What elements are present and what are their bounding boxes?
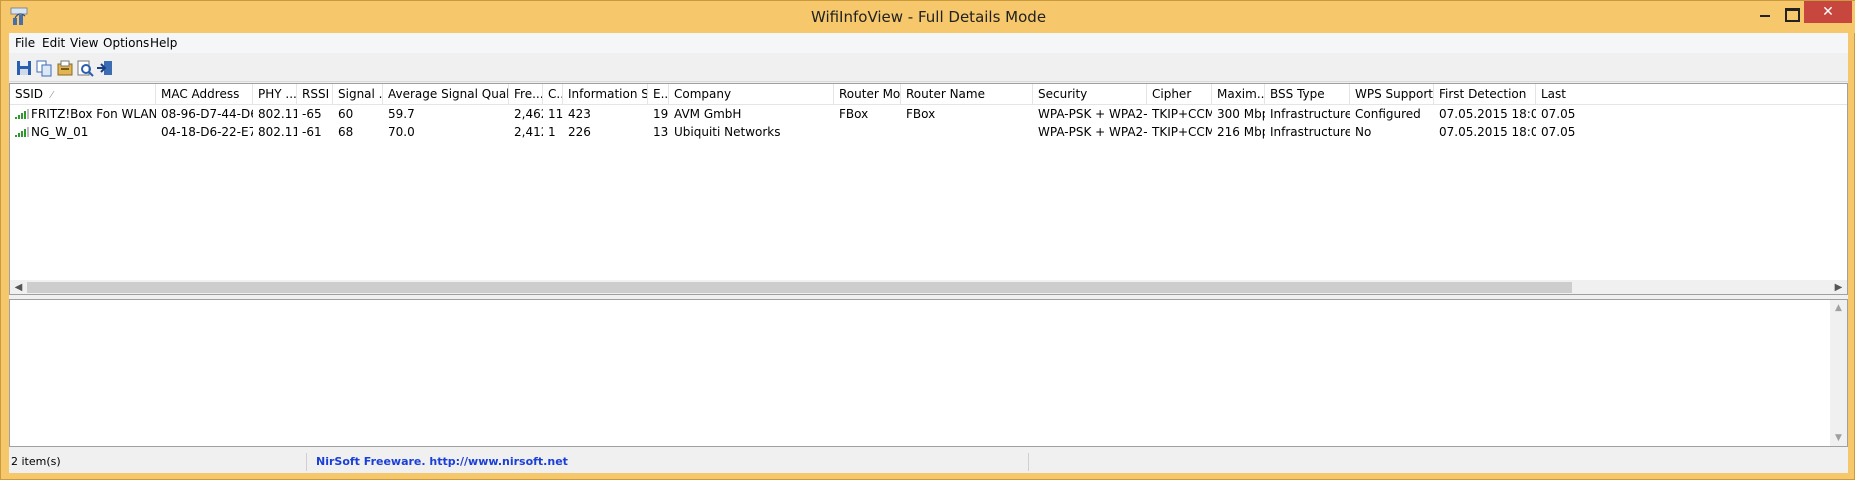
- save-icon[interactable]: [14, 58, 36, 78]
- title-bar[interactable]: WifiInfoView - Full Details Mode ✕: [1, 1, 1855, 33]
- column-header-phy[interactable]: PHY ...: [253, 84, 297, 105]
- horizontal-scrollbar[interactable]: ◀ ▶: [10, 280, 1847, 294]
- column-header-cipher[interactable]: Cipher: [1147, 84, 1212, 105]
- cell-last-detection: 07.05: [1541, 125, 1576, 139]
- cell-frequency: 2,412: [514, 125, 543, 139]
- cell-cipher: TKIP+CCMP: [1152, 107, 1212, 121]
- cell-max-speed: 300 Mbps: [1217, 107, 1265, 121]
- cell-phy: 802.11n: [258, 125, 297, 139]
- cell-info-size: 226: [568, 125, 591, 139]
- status-bar: 2 item(s) NirSoft Freeware. http://www.n…: [9, 451, 1848, 473]
- cell-security: WPA-PSK + WPA2-PSK: [1038, 125, 1147, 139]
- column-header-max-speed[interactable]: Maxim...: [1212, 84, 1265, 105]
- cell-wps: No: [1355, 125, 1372, 139]
- scrollbar-thumb[interactable]: [27, 282, 1572, 293]
- details-pane[interactable]: ▲ ▼: [9, 299, 1848, 447]
- table-row[interactable]: FRITZ!Box Fon WLAN 7390 08-96-D7-44-D6-5…: [10, 105, 1847, 123]
- cell-max-speed: 216 Mbps: [1217, 125, 1265, 139]
- column-header-company[interactable]: Company: [669, 84, 834, 105]
- exit-icon[interactable]: [95, 58, 117, 78]
- sort-indicator-icon: ⁄: [51, 90, 53, 101]
- cell-avg-signal: 59.7: [388, 107, 415, 121]
- scroll-up-icon[interactable]: ▲: [1830, 300, 1847, 316]
- close-button[interactable]: ✕: [1804, 1, 1852, 23]
- cell-signal: 68: [338, 125, 354, 139]
- cell-mac: 04-18-D6-22-E7-6D: [161, 125, 253, 139]
- client-area: File Edit View Options Help SSID ⁄ MAC A…: [9, 33, 1848, 473]
- cell-avg-signal: 70.0: [388, 125, 415, 139]
- cell-company: Ubiquiti Networks: [674, 125, 781, 139]
- vertical-scrollbar[interactable]: ▲ ▼: [1830, 300, 1847, 446]
- cell-signal: 60: [338, 107, 354, 121]
- column-header-ssid[interactable]: SSID ⁄: [10, 84, 156, 105]
- window-title: WifiInfoView - Full Details Mode: [810, 8, 1047, 26]
- nirsoft-link[interactable]: NirSoft Freeware. http://www.nirsoft.net: [309, 453, 1029, 471]
- column-header-info-size[interactable]: Information Size: [563, 84, 648, 105]
- column-header-signal[interactable]: Signal ...: [333, 84, 383, 105]
- cell-frequency: 2,462: [514, 107, 543, 121]
- column-header-mac[interactable]: MAC Address: [156, 84, 253, 105]
- scroll-right-icon[interactable]: ▶: [1830, 280, 1847, 294]
- column-header-wps[interactable]: WPS Support: [1350, 84, 1434, 105]
- copy-icon[interactable]: [34, 58, 56, 78]
- cell-wps: Configured: [1355, 107, 1421, 121]
- cell-last-detection: 07.05: [1541, 107, 1576, 121]
- properties-icon[interactable]: [55, 58, 77, 78]
- column-header-security[interactable]: Security: [1033, 84, 1147, 105]
- menu-bar: File Edit View Options Help: [9, 33, 1848, 53]
- cell-rssi: -65: [302, 107, 322, 121]
- column-header-rssi[interactable]: RSSI: [297, 84, 333, 105]
- cell-router-model: [834, 123, 901, 141]
- cell-elements: 13: [653, 125, 669, 139]
- table-row[interactable]: NG_W_01 04-18-D6-22-E7-6D 802.11n -61 68…: [10, 123, 1847, 141]
- column-header-first-detection[interactable]: First Detection: [1434, 84, 1536, 105]
- status-item-count: 2 item(s): [9, 453, 307, 471]
- column-header-router-name[interactable]: Router Name: [901, 84, 1033, 105]
- networks-list[interactable]: SSID⁄ MAC Address PHY ... RSSI Signal ..…: [9, 83, 1848, 295]
- column-header-avg-signal[interactable]: Average Signal Quality: [383, 84, 509, 105]
- cell-ssid: FRITZ!Box Fon WLAN 7390: [31, 107, 156, 121]
- toolbar: [9, 54, 1848, 82]
- status-pane-empty: [1031, 453, 1848, 471]
- column-header-frequency[interactable]: Fre...: [509, 84, 543, 105]
- cell-info-size: 423: [568, 107, 591, 121]
- cell-first-detection: 07.05.2015 18:01:15: [1439, 107, 1536, 121]
- column-header-channel[interactable]: C..: [543, 84, 563, 105]
- column-header-bss-type[interactable]: BSS Type: [1265, 84, 1350, 105]
- app-window: WifiInfoView - Full Details Mode ✕ File …: [0, 0, 1855, 480]
- cell-bss-type: Infrastructure: [1270, 107, 1350, 121]
- signal-strength-icon: [15, 124, 29, 137]
- cell-router-model: FBox: [839, 107, 869, 121]
- cell-cipher: TKIP+CCMP: [1152, 125, 1212, 139]
- column-header-last[interactable]: Last: [1536, 84, 1576, 105]
- find-icon[interactable]: [75, 58, 97, 78]
- cell-channel: 11: [548, 107, 563, 121]
- signal-strength-icon: [15, 106, 29, 119]
- cell-phy: 802.11n: [258, 107, 297, 121]
- cell-company: AVM GmbH: [674, 107, 742, 121]
- scroll-left-icon[interactable]: ◀: [10, 280, 27, 294]
- column-header-elements[interactable]: E..: [648, 84, 669, 105]
- list-header: SSID⁄ MAC Address PHY ... RSSI Signal ..…: [10, 84, 1847, 105]
- column-header-router-model[interactable]: Router Mo...: [834, 84, 901, 105]
- cell-elements: 19: [653, 107, 669, 121]
- cell-bss-type: Infrastructure: [1270, 125, 1350, 139]
- cell-ssid: NG_W_01: [31, 125, 89, 139]
- cell-router-name: FBox: [906, 107, 936, 121]
- cell-first-detection: 07.05.2015 18:01:15: [1439, 125, 1536, 139]
- cell-security: WPA-PSK + WPA2-PSK: [1038, 107, 1147, 121]
- scroll-down-icon[interactable]: ▼: [1830, 430, 1847, 446]
- cell-channel: 1: [548, 125, 556, 139]
- menu-help[interactable]: Help: [144, 35, 183, 51]
- cell-router-name: [901, 123, 1033, 141]
- cell-rssi: -61: [302, 125, 322, 139]
- cell-mac: 08-96-D7-44-D6-56: [161, 107, 253, 121]
